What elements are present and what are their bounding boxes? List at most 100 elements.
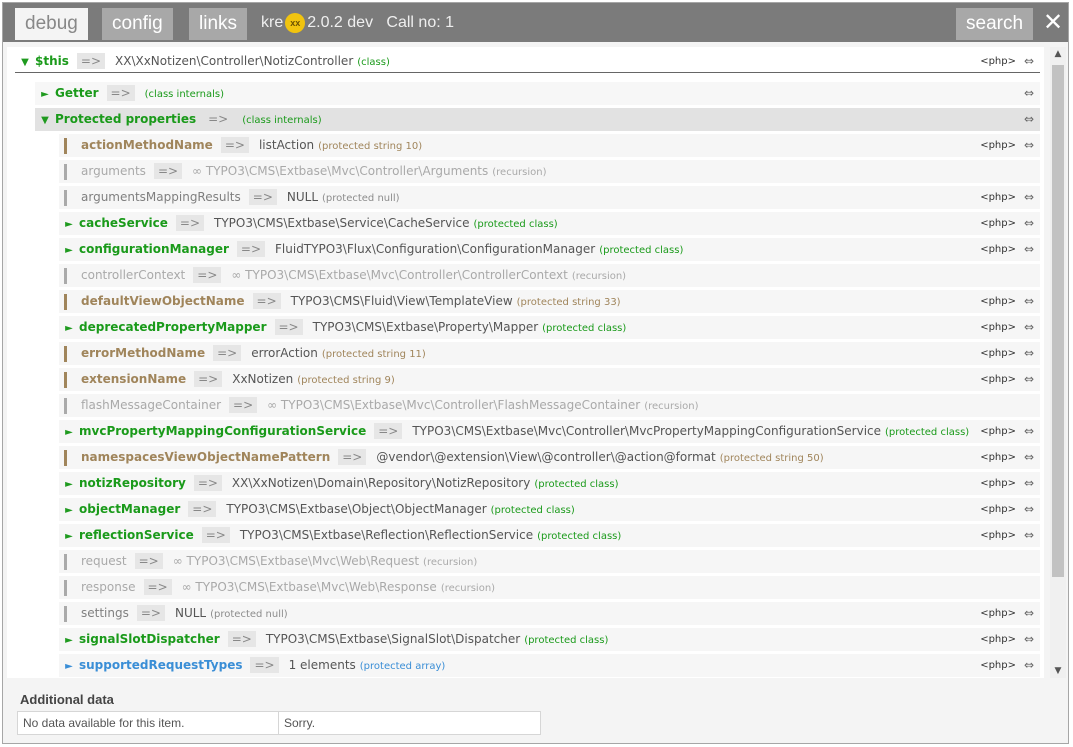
arrow-label: => (76, 53, 105, 69)
collapse-toggle-icon[interactable]: ⇔ (1024, 316, 1034, 339)
php-source-link[interactable]: <php> (980, 134, 1016, 157)
expand-triangle-icon[interactable]: ► (59, 421, 79, 444)
collapse-toggle-icon[interactable]: ⇔ (1024, 628, 1034, 651)
tree-root-row[interactable]: ▼ $this => XX\XxNotizen\Controller\NotizCon… (15, 50, 1040, 73)
property-row[interactable]: settings => NULL (protected null) <php> ⇔ (59, 602, 1040, 625)
property-row[interactable]: ► configurationManager => FluidTYPO3\Flux\C… (59, 238, 1040, 261)
php-source-link[interactable]: <php> (980, 290, 1016, 313)
header-bar: debug config links kre xx 2.0.2 dev Call n… (3, 3, 1068, 42)
php-source-link[interactable]: <php> (980, 238, 1016, 261)
property-row[interactable]: response => ∞ TYPO3\CMS\Extbase\Mvc\Web\Re… (59, 576, 1040, 599)
protected-properties-row[interactable]: ▼ Protected properties => (class internals)… (35, 108, 1040, 131)
property-row[interactable]: defaultViewObjectName => TYPO3\CMS\Fluid\V… (59, 290, 1040, 313)
collapse-toggle-icon[interactable]: ⇔ (1024, 290, 1034, 313)
property-note: (protected class) (534, 479, 619, 490)
expand-triangle-icon[interactable]: ► (59, 525, 79, 548)
expand-triangle-icon[interactable]: ► (59, 655, 79, 678)
property-row[interactable]: ► notizRepository => XX\XxNotizen\Domain\Re… (59, 472, 1040, 495)
property-name: request (81, 554, 127, 568)
property-row[interactable]: ► reflectionService => TYPO3\CMS\Extbase\Re… (59, 524, 1040, 547)
property-name: supportedRequestTypes (79, 658, 243, 672)
property-value: TYPO3\CMS\Extbase\Property\Mapper (312, 320, 539, 334)
scrollbar[interactable]: ▲ ▼ (1050, 47, 1066, 678)
expand-triangle-icon[interactable]: ► (59, 499, 79, 522)
collapse-toggle-icon[interactable]: ⇔ (1024, 472, 1034, 495)
property-value: TYPO3\CMS\Extbase\Mvc\Controller\MvcProp… (412, 424, 882, 438)
property-row[interactable]: flashMessageContainer => ∞ TYPO3\CMS\Extba… (59, 394, 1040, 417)
property-row[interactable]: ► mvcPropertyMappingConfigurationService =… (59, 420, 1040, 443)
collapse-toggle-icon[interactable]: ⇔ (1024, 238, 1034, 261)
php-source-link[interactable]: <php> (980, 342, 1016, 365)
property-row[interactable]: namespacesViewObjectNamePattern => @vendor… (59, 446, 1040, 469)
scroll-up-icon[interactable]: ▲ (1050, 47, 1066, 61)
getter-row[interactable]: ► Getter => (class internals) ⇔ (35, 82, 1040, 105)
property-value: TYPO3\CMS\Fluid\View\TemplateView (290, 294, 513, 308)
arrow-label: => (248, 189, 277, 205)
php-source-link[interactable]: <php> (980, 628, 1016, 651)
php-source-link[interactable]: <php> (980, 186, 1016, 209)
expand-triangle-icon[interactable]: ▼ (15, 51, 35, 74)
collapse-toggle-icon[interactable]: ⇔ (1024, 134, 1034, 157)
collapse-toggle-icon[interactable]: ⇔ (1024, 420, 1034, 443)
collapse-toggle-icon[interactable]: ⇔ (1024, 602, 1034, 625)
property-row[interactable]: errorMethodName => errorAction (protected s… (59, 342, 1040, 365)
collapse-toggle-icon[interactable]: ⇔ (1024, 50, 1034, 73)
php-source-link[interactable]: <php> (980, 446, 1016, 469)
collapse-toggle-icon[interactable]: ⇔ (1024, 342, 1034, 365)
app-info: kre xx 2.0.2 dev Call no: 1 (261, 3, 454, 42)
property-row[interactable]: ► objectManager => TYPO3\CMS\Extbase\Object… (59, 498, 1040, 521)
collapse-toggle-icon[interactable]: ⇔ (1024, 446, 1034, 469)
collapse-toggle-icon[interactable]: ⇔ (1024, 82, 1034, 105)
scrollbar-thumb[interactable] (1052, 65, 1064, 577)
expand-triangle-icon[interactable]: ▼ (35, 109, 55, 132)
property-row[interactable]: ► signalSlotDispatcher => TYPO3\CMS\Extbase… (59, 628, 1040, 651)
type-marker (64, 397, 67, 414)
php-source-link[interactable]: <php> (980, 316, 1016, 339)
php-source-link[interactable]: <php> (980, 368, 1016, 391)
type-marker (64, 163, 67, 180)
expand-triangle-icon[interactable]: ► (59, 473, 79, 496)
property-row[interactable]: request => ∞ TYPO3\CMS\Extbase\Mvc\Web\Req… (59, 550, 1040, 573)
expand-triangle-icon[interactable]: ► (59, 629, 79, 652)
scroll-down-icon[interactable]: ▼ (1050, 664, 1066, 678)
getter-name: Getter (55, 86, 99, 100)
expand-triangle-icon[interactable]: ► (59, 239, 79, 262)
collapse-toggle-icon[interactable]: ⇔ (1024, 212, 1034, 235)
tab-links[interactable]: links (189, 8, 248, 40)
additional-data-cell: Sorry. (284, 716, 316, 730)
collapse-toggle-icon[interactable]: ⇔ (1024, 108, 1034, 131)
property-row[interactable]: actionMethodName => listAction (protected s… (59, 134, 1040, 157)
php-source-link[interactable]: <php> (980, 212, 1016, 235)
property-row[interactable]: extensionName => XxNotizen (protected strin… (59, 368, 1040, 391)
php-source-link[interactable]: <php> (980, 498, 1016, 521)
property-row[interactable]: ► supportedRequestTypes => 1 elements (prote… (59, 654, 1040, 677)
property-row[interactable]: ► deprecatedPropertyMapper => TYPO3\CMS\Ext… (59, 316, 1040, 339)
tab-config[interactable]: config (102, 8, 173, 40)
php-source-link[interactable]: <php> (980, 602, 1016, 625)
property-row[interactable]: ► cacheService => TYPO3\CMS\Extbase\Service… (59, 212, 1040, 235)
expand-triangle-icon[interactable]: ► (35, 83, 55, 106)
collapse-toggle-icon[interactable]: ⇔ (1024, 368, 1034, 391)
property-value: NULL (286, 190, 319, 204)
tab-debug[interactable]: debug (15, 8, 88, 40)
collapse-toggle-icon[interactable]: ⇔ (1024, 524, 1034, 547)
php-source-link[interactable]: <php> (980, 472, 1016, 495)
php-source-link[interactable]: <php> (980, 524, 1016, 547)
property-value: TYPO3\CMS\Extbase\Object\ObjectManager (226, 502, 487, 516)
property-note: (protected class) (524, 635, 609, 646)
collapse-toggle-icon[interactable]: ⇔ (1024, 498, 1034, 521)
php-source-link[interactable]: <php> (980, 420, 1016, 443)
search-button[interactable]: search (956, 8, 1034, 40)
expand-triangle-icon[interactable]: ► (59, 317, 79, 340)
collapse-toggle-icon[interactable]: ⇔ (1024, 654, 1034, 677)
protected-name: Protected properties (55, 112, 197, 126)
collapse-toggle-icon[interactable]: ⇔ (1024, 186, 1034, 209)
property-row[interactable]: controllerContext => ∞ TYPO3\CMS\Extbase\M… (59, 264, 1040, 287)
php-source-link[interactable]: <php> (980, 50, 1016, 73)
close-icon[interactable]: ✕ (1041, 9, 1065, 35)
php-source-link[interactable]: <php> (980, 654, 1016, 677)
expand-triangle-icon[interactable]: ► (59, 213, 79, 236)
property-row[interactable]: arguments => ∞ TYPO3\CMS\Extbase\Mvc\Contr… (59, 160, 1040, 183)
property-note: (protected class) (537, 531, 622, 542)
property-row[interactable]: argumentsMappingResults => NULL (protected … (59, 186, 1040, 209)
